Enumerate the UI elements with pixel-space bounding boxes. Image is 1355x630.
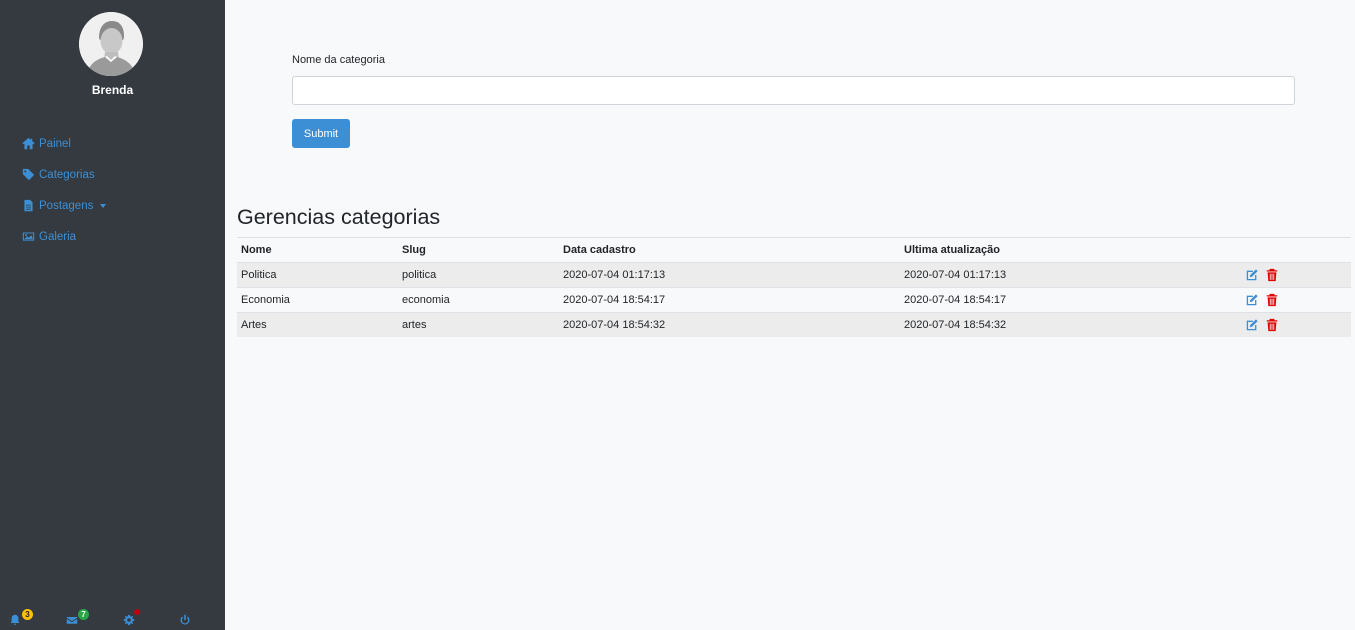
sidebar: Brenda Painel Categorias Postagens Galer…: [0, 0, 225, 630]
envelope-icon[interactable]: [66, 614, 78, 626]
cell-actions: [1241, 312, 1351, 337]
bell-icon[interactable]: [9, 614, 21, 626]
cell-data-cadastro: 2020-07-04 18:54:17: [559, 287, 900, 313]
cell-slug: artes: [398, 312, 559, 337]
sidebar-item-postagens[interactable]: Postagens: [22, 199, 107, 212]
cell-slug: economia: [398, 287, 559, 313]
categories-table: Nome Slug Data cadastro Ultima atualizaç…: [237, 237, 1351, 337]
column-header-nome: Nome: [237, 237, 398, 263]
cell-slug: politica: [398, 262, 559, 288]
sidebar-item-galeria[interactable]: Galeria: [22, 230, 76, 243]
notifications-badge: 3: [22, 609, 33, 620]
cell-nome: Politica: [237, 262, 398, 288]
cell-ultima-atualizacao: 2020-07-04 18:54:17: [900, 287, 1241, 313]
edit-icon[interactable]: [1245, 293, 1259, 307]
messages-badge: 7: [78, 609, 89, 620]
username: Brenda: [91, 83, 134, 97]
column-header-ultima-atualizacao: Ultima atualização: [900, 237, 1241, 263]
cell-data-cadastro: 2020-07-04 18:54:32: [559, 312, 900, 337]
avatar: [79, 12, 143, 76]
edit-icon[interactable]: [1245, 318, 1259, 332]
tag-icon: [22, 168, 35, 181]
sidebar-item-label: Painel: [39, 137, 71, 150]
sidebar-item-categorias[interactable]: Categorias: [22, 168, 95, 181]
sidebar-item-painel[interactable]: Painel: [22, 137, 71, 150]
image-icon: [22, 230, 35, 243]
column-header-data-cadastro: Data cadastro: [559, 237, 900, 263]
page-title: Gerencias categorias: [237, 205, 441, 229]
cell-ultima-atualizacao: 2020-07-04 18:54:32: [900, 312, 1241, 337]
column-header-actions: [1241, 237, 1351, 263]
cell-actions: [1241, 287, 1351, 313]
table-header-row: Nome Slug Data cadastro Ultima atualizaç…: [237, 237, 1351, 263]
cell-data-cadastro: 2020-07-04 01:17:13: [559, 262, 900, 288]
category-name-input[interactable]: [292, 76, 1295, 105]
trash-icon[interactable]: [1265, 268, 1279, 282]
edit-icon[interactable]: [1245, 268, 1259, 282]
cell-actions: [1241, 262, 1351, 288]
table-row: Economia economia 2020-07-04 18:54:17 20…: [237, 287, 1351, 313]
home-icon: [22, 137, 35, 150]
gear-icon[interactable]: [123, 614, 135, 626]
sidebar-item-label: Postagens: [39, 199, 94, 212]
chevron-down-icon: [100, 203, 107, 208]
column-header-slug: Slug: [398, 237, 559, 263]
table-row: Artes artes 2020-07-04 18:54:32 2020-07-…: [237, 312, 1351, 337]
sidebar-item-label: Categorias: [39, 168, 95, 181]
cell-nome: Economia: [237, 287, 398, 313]
settings-alert-dot: [134, 609, 140, 615]
trash-icon[interactable]: [1265, 293, 1279, 307]
cell-ultima-atualizacao: 2020-07-04 01:17:13: [900, 262, 1241, 288]
sidebar-item-label: Galeria: [39, 230, 77, 243]
submit-button[interactable]: Submit: [292, 119, 350, 148]
power-icon[interactable]: [179, 614, 191, 626]
trash-icon[interactable]: [1265, 318, 1279, 332]
table-row: Politica politica 2020-07-04 01:17:13 20…: [237, 262, 1351, 288]
category-name-label: Nome da categoria: [292, 54, 385, 66]
cell-nome: Artes: [237, 312, 398, 337]
file-icon: [22, 199, 35, 212]
